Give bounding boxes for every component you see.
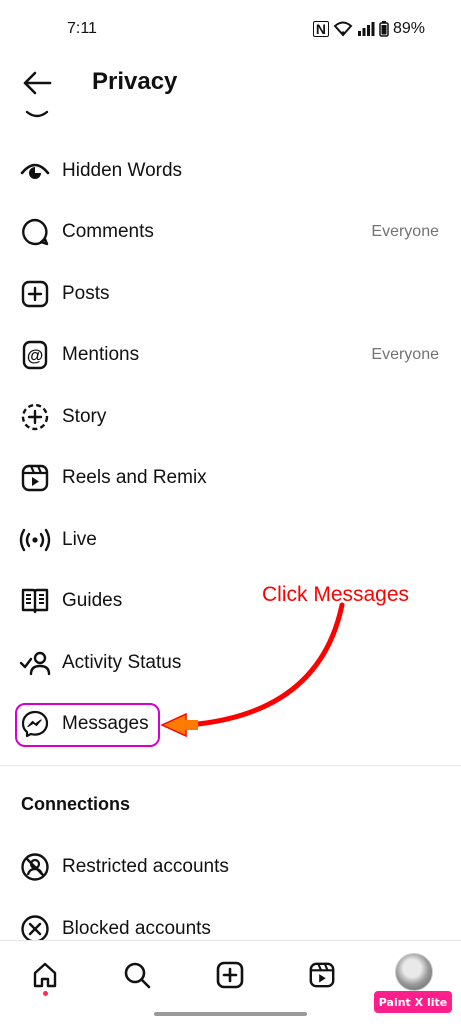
plus-square-icon [19, 278, 51, 310]
signal-icon [357, 22, 375, 36]
search-icon [124, 962, 151, 989]
section-divider [0, 765, 461, 766]
at-sign-icon: @ [19, 339, 51, 371]
row-label: Blocked accounts [62, 918, 211, 939]
watermark-badge: Paint X lite [374, 991, 452, 1013]
row-label: Story [62, 406, 107, 427]
story-row[interactable]: Story [0, 389, 461, 445]
row-label: Comments [62, 221, 154, 242]
status-icons: N 89% [312, 20, 425, 38]
reels-icon [309, 962, 335, 988]
comment-bubble-icon [19, 216, 51, 248]
row-label: Reels and Remix [62, 467, 207, 488]
row-value: Everyone [371, 223, 439, 240]
live-row[interactable]: Live [0, 512, 461, 568]
nav-search[interactable] [117, 955, 157, 995]
wifi-icon [333, 21, 353, 37]
row-label: Live [62, 529, 97, 550]
home-icon [33, 962, 57, 988]
nfc-icon: N [312, 21, 329, 37]
reels-icon [19, 462, 51, 494]
posts-row[interactable]: Posts [0, 266, 461, 322]
row-label: Guides [62, 590, 123, 611]
battery-percent: 89% [392, 20, 425, 37]
connections-heading: Connections [21, 794, 131, 814]
nav-create[interactable] [210, 955, 250, 995]
status-time: 7:11 [67, 20, 97, 37]
notification-dot [43, 991, 48, 996]
arrow-left-icon [23, 71, 52, 95]
eye-icon [19, 155, 51, 187]
battery-icon [379, 21, 389, 37]
page-title: Privacy [92, 68, 178, 95]
home-indicator [154, 1012, 307, 1016]
live-broadcast-icon [19, 524, 51, 556]
activity-status-icon [19, 647, 51, 679]
messages-highlight-box [15, 703, 160, 747]
hidden-words-row[interactable]: Hidden Words [0, 143, 461, 199]
annotation-arrow-icon [160, 602, 345, 738]
row-label: Mentions [62, 344, 140, 365]
create-icon [216, 961, 244, 989]
profile-avatar[interactable] [395, 953, 433, 991]
nav-reels[interactable] [302, 955, 342, 995]
mentions-row[interactable]: @ Mentions Everyone [0, 327, 461, 383]
restricted-icon [19, 851, 51, 883]
comments-row[interactable]: Comments Everyone [0, 204, 461, 260]
row-label: Restricted accounts [62, 856, 229, 877]
back-button[interactable] [20, 68, 54, 98]
guides-book-icon [19, 585, 51, 617]
svg-text:@: @ [27, 346, 44, 365]
story-add-icon [19, 401, 51, 433]
status-bar: 7:11 N 89% [0, 0, 461, 60]
reels-and-remix-row[interactable]: Reels and Remix [0, 450, 461, 506]
restricted-accounts-row[interactable]: Restricted accounts [0, 839, 461, 895]
row-label: Hidden Words [62, 160, 183, 181]
page-header: Privacy [0, 60, 461, 110]
scrolled-off-icon [24, 110, 50, 124]
row-value: Everyone [371, 346, 439, 363]
nav-home[interactable] [25, 955, 65, 995]
row-label: Posts [62, 283, 110, 304]
